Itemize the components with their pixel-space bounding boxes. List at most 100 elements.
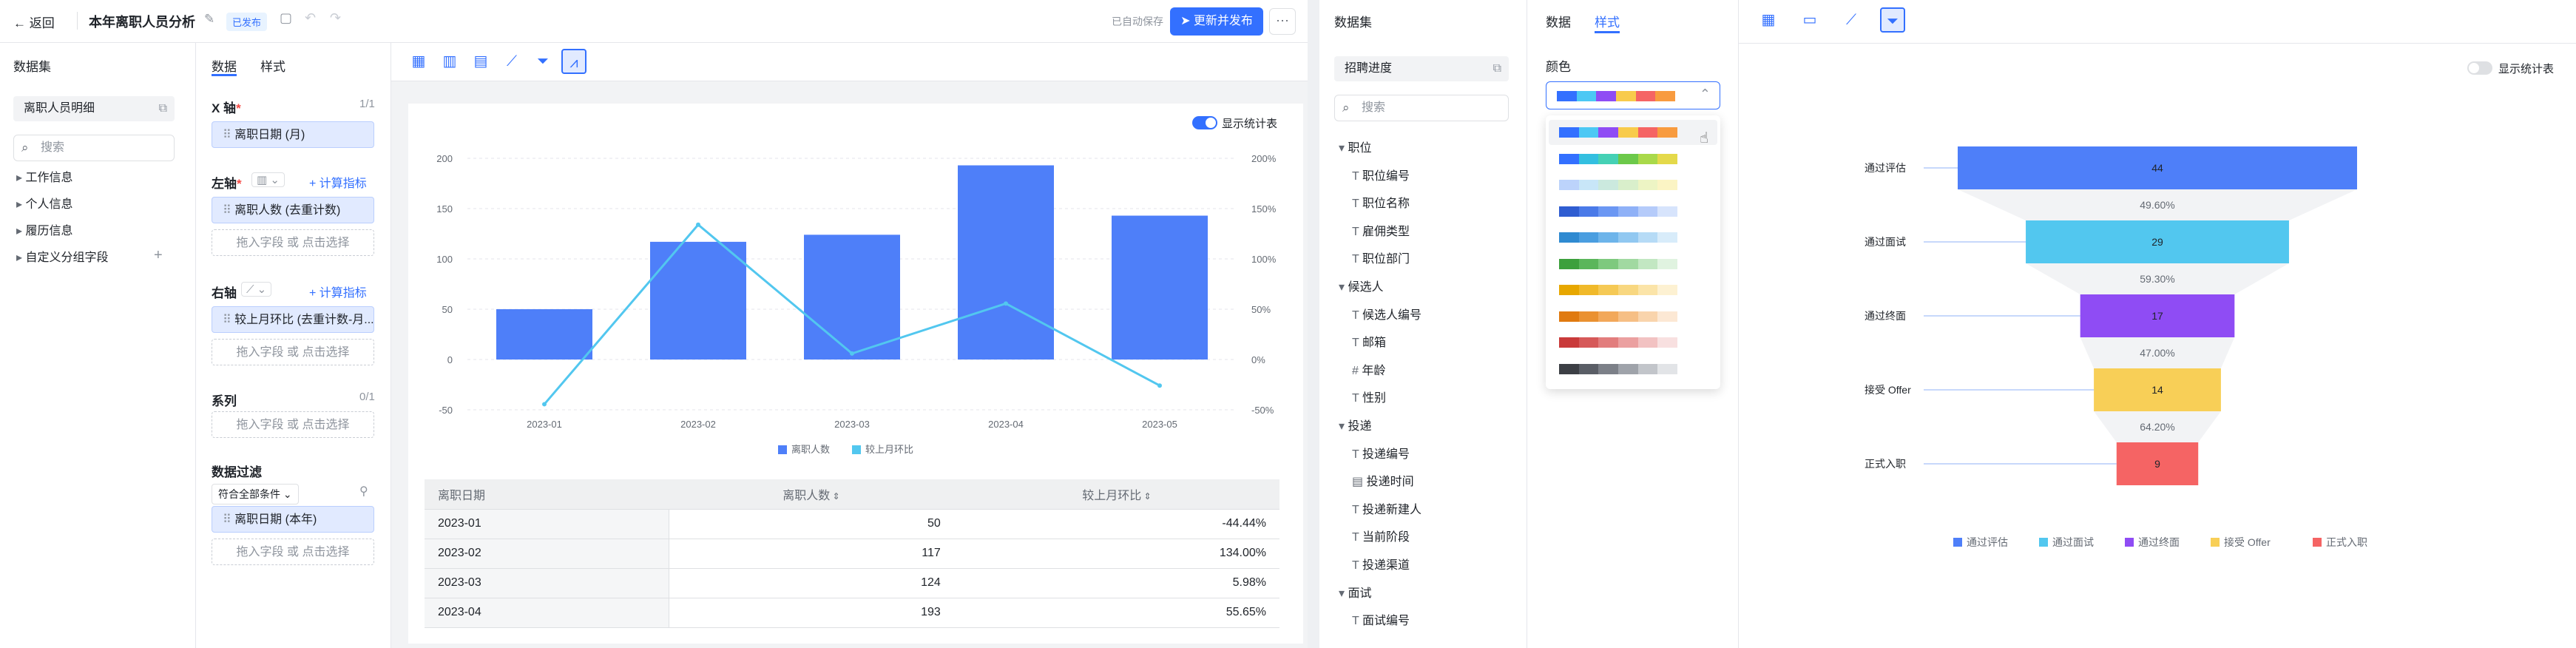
caret-right-icon: ▸ — [16, 172, 26, 184]
table-chart-type-button[interactable]: ▦ — [406, 49, 431, 74]
funnel-chart-type-button[interactable]: ⏷ — [1880, 7, 1905, 33]
field-group[interactable]: ▸ 工作信息 — [16, 167, 73, 185]
field-group[interactable]: ▸ 个人信息 — [16, 194, 73, 212]
more-button[interactable]: ··· — [1269, 8, 1296, 35]
x-axis-field[interactable]: ⠿ 离职日期 (月) — [212, 121, 374, 148]
field-item[interactable]: # 年龄 — [1352, 360, 1385, 378]
right-axis-drop-zone[interactable]: 拖入字段 或 点击选择 — [212, 339, 374, 365]
right-calc-metric-button[interactable]: + 计算指标 — [309, 283, 367, 300]
legend-swatch — [1953, 538, 1962, 547]
bar[interactable] — [958, 165, 1054, 360]
drag-handle-icon[interactable]: ⠿ — [223, 129, 234, 141]
undo-icon[interactable]: ↶ — [305, 10, 316, 26]
palette-option[interactable] — [1559, 337, 1678, 348]
line-point[interactable] — [696, 222, 700, 227]
bar[interactable] — [804, 234, 900, 360]
field-group[interactable]: ▸ 自定义分组字段 — [16, 247, 109, 265]
right-tab-style[interactable]: 样式 — [1595, 12, 1620, 30]
drag-handle-icon[interactable]: ⠿ — [223, 513, 234, 526]
palette-option[interactable] — [1559, 206, 1678, 217]
field-group[interactable]: ▾ 职位 — [1339, 138, 1372, 155]
left-axis-chart-type-select[interactable]: ▥ ⌄ — [251, 172, 285, 187]
filter-field[interactable]: ⠿ 离职日期 (本年) — [212, 506, 374, 533]
field-item[interactable]: T 雇佣类型 — [1352, 221, 1410, 239]
color-palette-select[interactable]: ⌃ — [1546, 81, 1720, 109]
left-calc-metric-button[interactable]: + 计算指标 — [309, 173, 367, 191]
switch-dataset-icon[interactable]: ⧉ — [159, 96, 167, 121]
table-header-cell[interactable]: 离职人数 ⇕ — [669, 479, 954, 510]
palette-option[interactable] — [1559, 232, 1678, 243]
field-item[interactable]: T 邮箱 — [1352, 332, 1386, 350]
right-axis-field[interactable]: ⠿ 较上月环比 (去重计数-月... — [212, 306, 374, 333]
table-cell: 50 — [669, 509, 954, 539]
field-search-input[interactable]: ⌕ 搜索 — [13, 135, 175, 161]
tab-data[interactable]: 数据 — [212, 56, 237, 75]
back-button[interactable]: ← 返回 — [13, 13, 55, 31]
field-item[interactable]: T 当前阶段 — [1352, 527, 1410, 544]
bar[interactable] — [1112, 215, 1208, 360]
field-item[interactable]: T 职位部门 — [1352, 249, 1410, 266]
field-group[interactable]: ▾ 投递 — [1339, 416, 1372, 433]
filter-drop-zone[interactable]: 拖入字段 或 点击选择 — [212, 539, 374, 565]
publish-button[interactable]: ➤ 更新并发布 — [1170, 7, 1263, 36]
palette-swatch — [1559, 285, 1579, 295]
line-point[interactable] — [1004, 301, 1008, 306]
left-axis-field[interactable]: ⠿ 离职人数 (去重计数) — [212, 197, 374, 223]
line-point[interactable] — [850, 351, 854, 356]
table-chart-type-button[interactable]: ▦ — [1756, 7, 1781, 33]
combo-chart-chart-type-button[interactable]: ⩘ — [561, 49, 586, 74]
palette-option[interactable] — [1559, 311, 1678, 322]
field-group[interactable]: ▾ 面试 — [1339, 583, 1372, 601]
field-item[interactable]: T 职位编号 — [1352, 166, 1410, 183]
palette-option[interactable] — [1559, 127, 1678, 138]
palette-option[interactable] — [1559, 363, 1678, 374]
line-chart-chart-type-button[interactable]: ⟋ — [499, 49, 524, 74]
tab-style[interactable]: 样式 — [260, 56, 285, 75]
switch-dataset-icon[interactable]: ⧉ — [1493, 56, 1501, 81]
line-point[interactable] — [542, 402, 547, 407]
right-show-stats-toggle[interactable] — [2467, 61, 2492, 75]
drag-handle-icon[interactable]: ⠿ — [223, 204, 234, 217]
palette-option[interactable] — [1559, 180, 1678, 190]
filter-settings-icon[interactable]: ⚲ — [359, 484, 368, 499]
palette-option[interactable] — [1559, 258, 1678, 269]
table-header-cell[interactable]: 离职日期 — [425, 479, 669, 510]
palette-option[interactable] — [1559, 285, 1678, 295]
table-header-cell[interactable]: 较上月环比 ⇕ — [953, 479, 1279, 510]
field-group[interactable]: ▸ 履历信息 — [16, 220, 73, 238]
field-item[interactable]: T 性别 — [1352, 388, 1386, 405]
field-item[interactable]: T 投递新建人 — [1352, 499, 1421, 517]
field-item[interactable]: T 职位名称 — [1352, 193, 1410, 211]
series-drop-zone[interactable]: 拖入字段 或 点击选择 — [212, 411, 374, 438]
grouped-bar-chart-type-button[interactable]: ▤ — [468, 49, 493, 74]
bar[interactable] — [496, 309, 592, 360]
sort-icon[interactable]: ⇕ — [1141, 491, 1152, 502]
line-point[interactable] — [1157, 383, 1162, 388]
funnel-chart-type-button[interactable]: ⏷ — [530, 49, 555, 74]
bar[interactable] — [650, 241, 746, 360]
bar-chart-chart-type-button[interactable]: ▥ — [437, 49, 462, 74]
right-tab-data[interactable]: 数据 — [1546, 12, 1571, 30]
left-axis-drop-zone[interactable]: 拖入字段 或 点击选择 — [212, 229, 374, 256]
right-axis-chart-type-select[interactable]: ⟋ ⌄ — [241, 282, 272, 297]
palette-option[interactable] — [1559, 153, 1678, 164]
edit-pencil-icon[interactable]: ✎ — [204, 12, 214, 27]
field-group[interactable]: ▾ 候选人 — [1339, 277, 1384, 294]
card-chart-type-button[interactable]: ▭ — [1797, 7, 1822, 33]
drag-handle-icon[interactable]: ⠿ — [223, 314, 234, 326]
dataset-selector[interactable]: 离职人员明细 ⧉ — [13, 96, 175, 121]
field-item[interactable]: T 投递渠道 — [1352, 555, 1410, 573]
right-dataset-selector[interactable]: 招聘进度 ⧉ — [1334, 56, 1509, 81]
field-item[interactable]: ▤ 投递时间 — [1352, 471, 1414, 489]
field-item[interactable]: T 面试编号 — [1352, 610, 1410, 628]
sort-icon[interactable]: ⇕ — [830, 491, 840, 502]
filter-condition-select[interactable]: 符合全部条件 ⌄ — [212, 484, 299, 504]
redo-icon[interactable]: ↷ — [330, 10, 341, 26]
line-chart-chart-type-button[interactable]: ⟋ — [1839, 7, 1864, 33]
field-item[interactable]: T 候选人编号 — [1352, 305, 1421, 323]
field-item[interactable]: T 投递编号 — [1352, 444, 1410, 462]
add-group-icon[interactable]: + — [154, 247, 163, 264]
doc-icon[interactable]: ▢ — [280, 10, 292, 26]
right-field-search-input[interactable]: ⌕ 搜索 — [1334, 95, 1509, 121]
show-stats-toggle[interactable] — [1192, 116, 1217, 129]
